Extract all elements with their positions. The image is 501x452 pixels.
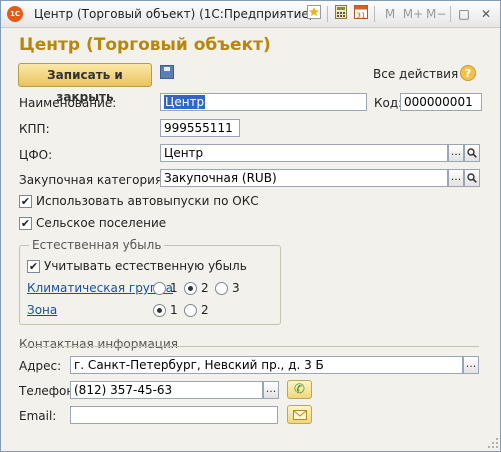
title-bar: 1С Центр (Торговый объект) (1С:Предприят… — [1, 1, 500, 28]
memory-subtract-button[interactable]: M− — [426, 5, 446, 23]
contacts-divider — [19, 346, 479, 347]
calendar-icon[interactable]: 31 — [352, 5, 370, 23]
save-disk-icon[interactable] — [160, 65, 174, 79]
climate-radio-1[interactable] — [153, 282, 166, 295]
app-logo-icon: 1С — [7, 6, 23, 22]
price-category-choose-button[interactable]: ... — [448, 169, 464, 187]
zone-radio-2[interactable] — [184, 304, 197, 317]
toolbar-separator — [374, 6, 375, 22]
send-email-icon[interactable] — [287, 405, 312, 424]
phone-input[interactable]: (812) 357-45-63 — [70, 381, 263, 399]
price-category-input[interactable]: Закупочная (RUB) — [160, 169, 448, 187]
auto-oks-checkbox[interactable]: ✔ — [19, 195, 32, 208]
name-value: Центр — [164, 95, 206, 109]
form-title: Центр (Торговый объект) — [19, 35, 271, 55]
email-label: Email: — [19, 409, 57, 423]
calculator-icon[interactable] — [332, 5, 350, 23]
save-and-close-button[interactable]: Записать и закрыть — [18, 63, 152, 104]
phone-call-icon[interactable]: ✆ — [287, 380, 312, 399]
climate-option-3: 3 — [232, 281, 240, 295]
phone-choose-button[interactable]: ... — [263, 381, 279, 399]
cfo-search-icon[interactable] — [464, 144, 480, 162]
address-choose-button[interactable]: ... — [463, 356, 479, 374]
help-icon[interactable]: ? — [460, 65, 476, 81]
name-input[interactable]: Центр — [160, 93, 367, 111]
window-title: Центр (Торговый объект) (1С:Предприятие) — [34, 7, 314, 21]
all-actions-menu[interactable]: Все действия ▾ — [373, 67, 468, 81]
address-label: Адрес: — [19, 359, 62, 373]
code-label: Код: — [374, 96, 403, 110]
kpp-label: КПП: — [19, 122, 50, 136]
climate-radio-3[interactable] — [215, 282, 228, 295]
climate-option-2: 2 — [201, 281, 209, 295]
rural-checkbox[interactable]: ✔ — [19, 217, 32, 230]
close-button[interactable]: ✕ — [477, 5, 495, 23]
kpp-input[interactable]: 999555111 — [160, 119, 240, 137]
svg-text:31: 31 — [357, 12, 366, 20]
climate-option-1: 1 — [170, 281, 178, 295]
cfo-choose-button[interactable]: ... — [448, 144, 464, 162]
cfo-label: ЦФО: — [19, 148, 53, 162]
natural-loss-group-title: Естественная убыль — [29, 238, 165, 252]
form-window: 1С Центр (Торговый объект) (1С:Предприят… — [0, 0, 501, 452]
zone-option-2: 2 — [201, 303, 209, 317]
cfo-input[interactable]: Центр — [160, 144, 448, 162]
resize-grip-icon[interactable] — [487, 437, 499, 449]
name-label: Наименование: — [19, 96, 117, 110]
address-input[interactable]: г. Санкт-Петербург, Невский пр., д. 3 Б — [70, 356, 463, 374]
climate-group-link[interactable]: Климатическая группа — [27, 281, 173, 295]
price-category-search-icon[interactable] — [464, 169, 480, 187]
zone-radio-1[interactable] — [153, 304, 166, 317]
code-input[interactable]: 000000001 — [400, 93, 482, 111]
account-natural-loss-checkbox[interactable]: ✔ — [27, 260, 40, 273]
rural-label: Сельское поселение — [36, 216, 167, 230]
climate-radio-2[interactable] — [184, 282, 197, 295]
email-input[interactable] — [70, 406, 278, 424]
zone-option-1: 1 — [170, 303, 178, 317]
toolbar-separator — [327, 6, 328, 22]
maximize-button[interactable]: □ — [455, 5, 473, 23]
memory-store-button[interactable]: M — [381, 5, 399, 23]
zone-link[interactable]: Зона — [27, 303, 57, 317]
favorite-star-icon[interactable] — [305, 5, 323, 23]
contacts-section-title: Контактная информация — [19, 337, 178, 351]
memory-add-button[interactable]: M+ — [401, 5, 425, 23]
auto-oks-label: Использовать автовыпуски по ОКС — [36, 194, 259, 208]
toolbar-separator — [450, 6, 451, 22]
account-natural-loss-label: Учитывать естественную убыль — [44, 259, 247, 273]
